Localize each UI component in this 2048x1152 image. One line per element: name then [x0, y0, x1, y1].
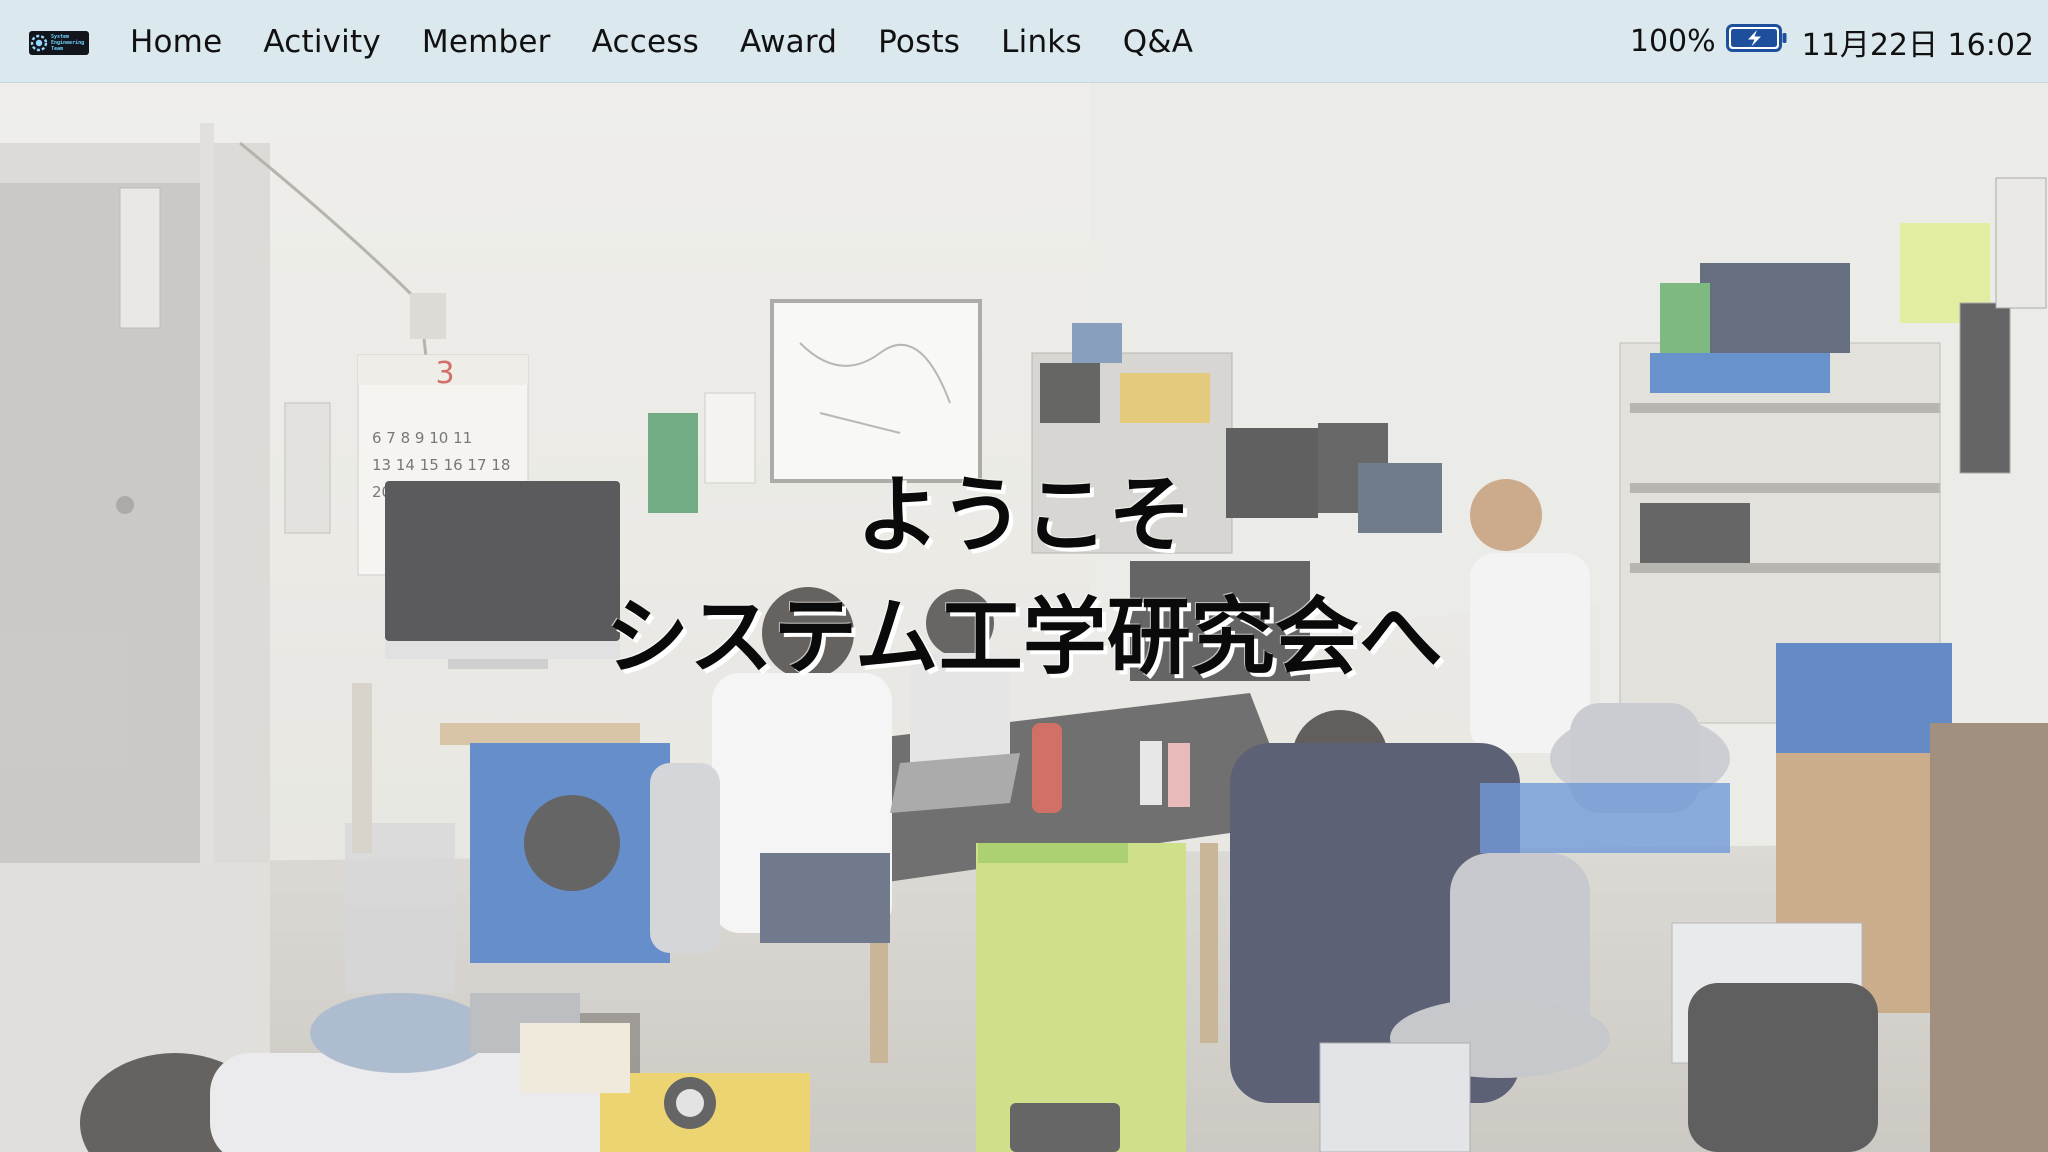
- gear-logo-icon: [30, 34, 48, 52]
- datetime: 11月22日 16:02: [1801, 27, 2034, 63]
- nav-posts[interactable]: Posts: [878, 24, 960, 60]
- top-menubar: System Engineering Team Home Activity Me…: [0, 0, 2048, 83]
- nav-award[interactable]: Award: [740, 24, 837, 60]
- battery-charging-icon: [1725, 23, 1788, 61]
- nav-qa[interactable]: Q&A: [1123, 24, 1193, 60]
- hero-title-line1: ようこそ: [855, 466, 1192, 564]
- nav-access[interactable]: Access: [592, 24, 699, 60]
- nav-home[interactable]: Home: [130, 24, 222, 60]
- logo-text-line: Team: [51, 46, 64, 52]
- hero-section: 3 6 7 8 9 10 11 13 14 15 16 17 18 20 21 …: [0, 83, 2048, 1152]
- nav-links[interactable]: Links: [1001, 24, 1082, 60]
- status-area: 100% 11月22日 16:02: [1630, 0, 2034, 83]
- battery-percent: 100%: [1629, 24, 1716, 59]
- hero-title-line2: システム工学研究会へ: [605, 588, 1443, 686]
- site-logo[interactable]: System Engineering Team: [29, 31, 89, 55]
- nav-activity[interactable]: Activity: [263, 24, 381, 60]
- main-nav: Home Activity Member Access Award Posts …: [130, 0, 1234, 83]
- logo-text: System Engineering Team: [51, 34, 84, 52]
- nav-member[interactable]: Member: [422, 24, 551, 60]
